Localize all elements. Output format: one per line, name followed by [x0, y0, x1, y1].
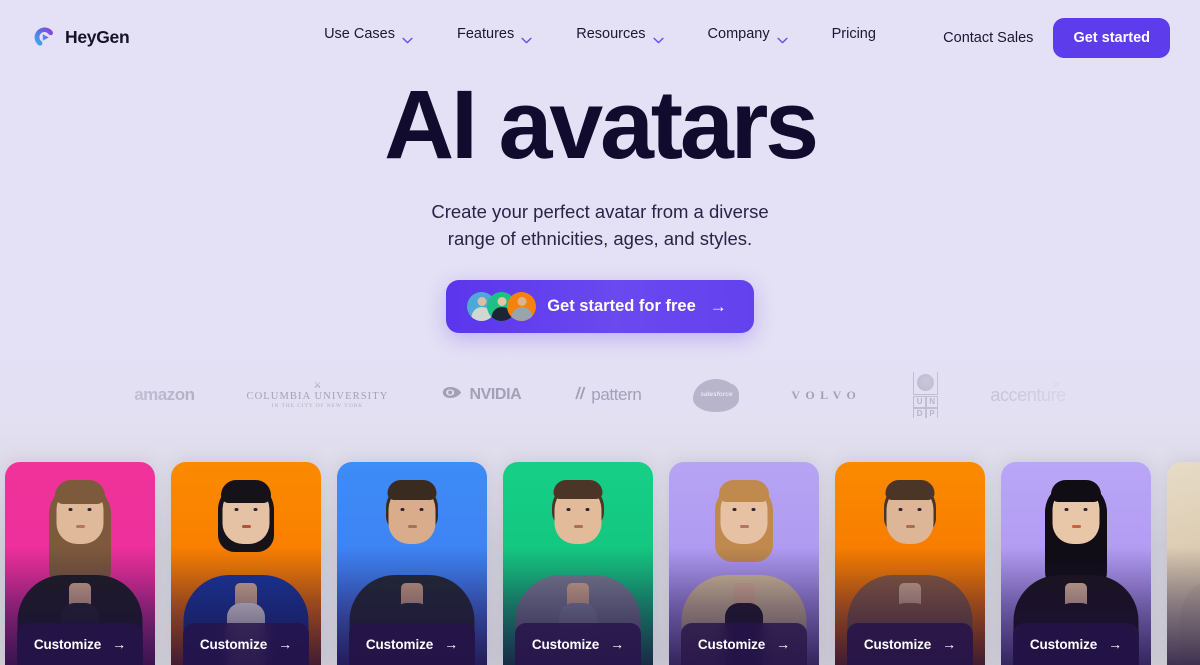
volvo-logo-text: VOLVO [791, 387, 862, 402]
columbia-logo-subtext: IN THE CITY OF NEW YORK [271, 403, 364, 409]
arrow-right-icon: → [776, 636, 791, 652]
customize-label: Customize [697, 636, 766, 652]
nav-item-features[interactable]: Features [435, 26, 554, 43]
avatar-card-8-peek[interactable] [1167, 462, 1200, 665]
hero-subtitle-line2: range of ethnicities, ages, and styles. [447, 228, 753, 250]
amazon-logo: amazon [134, 385, 195, 405]
accenture-logo: accenture > [990, 379, 1066, 406]
undp-letter-grid: U N D P [913, 395, 939, 421]
nav-item-company[interactable]: Company [686, 26, 810, 43]
nvidia-logo: NVIDIA [440, 385, 522, 405]
hero-subtitle: Create your perfect avatar from a divers… [0, 198, 1200, 253]
nav-item-label: Resources [576, 26, 646, 42]
salesforce-logo: salesforce [693, 378, 740, 412]
customize-button[interactable]: Customize → [847, 623, 973, 665]
customize-button[interactable]: Customize → [681, 623, 807, 665]
cta-avatar-group [467, 291, 537, 321]
undp-letter: N [925, 395, 939, 408]
avatar-card-4[interactable]: Customize → [503, 462, 653, 665]
undp-letter: U [913, 395, 926, 408]
arrow-right-icon: → [1108, 636, 1123, 652]
header-actions: Contact Sales Get started [937, 18, 1170, 58]
chevron-down-icon [521, 32, 532, 43]
site-header: HeyGen Use Cases Features Resources Comp… [0, 0, 1200, 76]
customize-button[interactable]: Customize → [183, 623, 309, 665]
avatar-card-3[interactable]: Customize → [337, 462, 487, 665]
nav-item-label: Features [456, 26, 515, 42]
avatar-card-rail[interactable]: Customize → Customize → Customize → Cust… [0, 462, 1200, 665]
accenture-caret-icon: > [1052, 378, 1059, 391]
pattern-logo: pattern [573, 385, 642, 405]
page-title: AI avatars [384, 70, 819, 179]
cta-label: Get started for free [547, 296, 696, 315]
nvidia-logo-text: NVIDIA [469, 386, 522, 403]
arrow-right-icon: → [942, 636, 957, 652]
nav-item-resources[interactable]: Resources [554, 26, 685, 43]
pattern-slash-icon [573, 386, 587, 405]
pattern-logo-text: pattern [591, 385, 642, 404]
customize-button[interactable]: Customize → [349, 623, 475, 665]
customize-button[interactable]: Customize → [515, 623, 641, 665]
arrow-right-icon: → [444, 636, 459, 652]
cta-avatar-3 [507, 291, 537, 321]
chevron-down-icon [776, 32, 788, 43]
contact-sales-link[interactable]: Contact Sales [937, 30, 1039, 46]
customize-label: Customize [863, 636, 932, 652]
customize-button[interactable]: Customize → [17, 623, 143, 665]
avatar-card-7[interactable]: Customize → [1001, 462, 1151, 665]
arrow-right-icon: → [610, 636, 625, 652]
customize-button[interactable]: Customize → [1013, 623, 1139, 665]
avatar-card-5[interactable]: Customize → [669, 462, 819, 665]
card-gradient-overlay [1167, 547, 1200, 665]
arrow-right-icon: → [112, 636, 127, 652]
avatar-card-2[interactable]: Customize → [171, 462, 321, 665]
avatar-card-6[interactable]: Customize → [835, 462, 985, 665]
customize-label: Customize [531, 636, 600, 652]
avatar-card-1[interactable]: Customize → [5, 462, 155, 665]
nav-item-pricing[interactable]: Pricing [810, 26, 898, 42]
columbia-logo-text: COLUMBIA UNIVERSITY [246, 391, 389, 402]
arrow-right-icon: → [709, 296, 727, 316]
customize-label: Customize [199, 636, 268, 652]
customize-label: Customize [1029, 636, 1098, 652]
nav-item-label: Pricing [831, 26, 876, 42]
hero-subtitle-line1: Create your perfect avatar from a divers… [431, 200, 769, 222]
columbia-university-logo: ⚔ COLUMBIA UNIVERSITY IN THE CITY OF NEW… [246, 380, 389, 410]
nav-item-use-cases[interactable]: Use Cases [302, 26, 435, 43]
undp-logo: U N D P [913, 369, 939, 421]
arrow-right-icon: → [278, 636, 293, 652]
nvidia-eye-icon [440, 385, 464, 405]
undp-globe-icon [913, 369, 939, 395]
amazon-logo-text: amazon [134, 385, 195, 404]
customize-label: Customize [33, 636, 102, 652]
get-started-button[interactable]: Get started [1053, 18, 1170, 58]
customer-logo-strip: amazon ⚔ COLUMBIA UNIVERSITY IN THE CITY… [0, 369, 1200, 421]
chevron-down-icon [402, 32, 413, 43]
nav-item-label: Use Cases [324, 26, 395, 42]
get-started-for-free-button[interactable]: Get started for free → [446, 279, 754, 333]
customize-label: Customize [365, 636, 434, 652]
chevron-down-icon [652, 32, 664, 43]
nav-item-label: Company [707, 26, 770, 42]
volvo-logo: VOLVO [791, 388, 861, 403]
salesforce-logo-text: salesforce [700, 390, 733, 398]
